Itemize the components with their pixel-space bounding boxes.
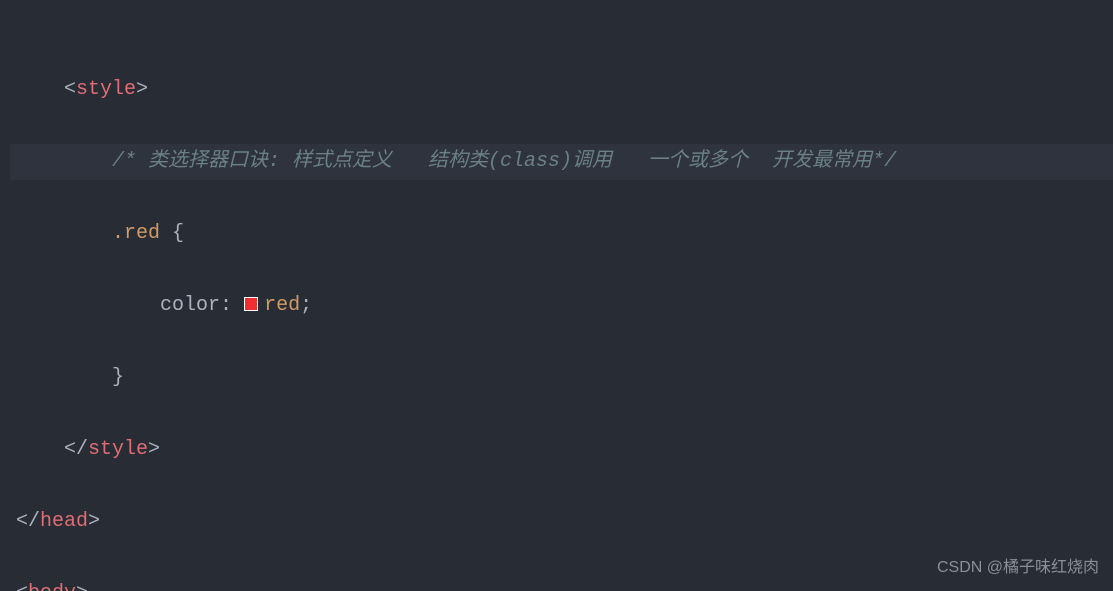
color-swatch-icon xyxy=(244,297,258,311)
code-line: </head> xyxy=(10,504,1113,540)
css-selector: .red xyxy=(112,222,160,245)
css-value: red xyxy=(264,294,300,317)
css-comment: /* 类选择器口诀: 样式点定义 结构类(class)调用 一个或多个 开发最常… xyxy=(112,150,884,173)
watermark-text: CSDN @橘子味红烧肉 xyxy=(937,554,1099,583)
code-line: color: red; xyxy=(10,288,1113,324)
code-line: <style> xyxy=(10,72,1113,108)
code-line: .red { xyxy=(10,216,1113,252)
tag-head-close: head xyxy=(40,510,88,533)
code-line: } xyxy=(10,360,1113,396)
css-property: color xyxy=(160,294,220,317)
tag-style-open: style xyxy=(76,78,136,101)
code-line-highlighted: /* 类选择器口诀: 样式点定义 结构类(class)调用 一个或多个 开发最常… xyxy=(10,144,1113,180)
tag-style-close: style xyxy=(88,438,148,461)
code-line: </style> xyxy=(10,432,1113,468)
tag-body-open: body xyxy=(28,582,76,591)
code-editor[interactable]: <style> /* 类选择器口诀: 样式点定义 结构类(class)调用 一个… xyxy=(0,0,1113,591)
